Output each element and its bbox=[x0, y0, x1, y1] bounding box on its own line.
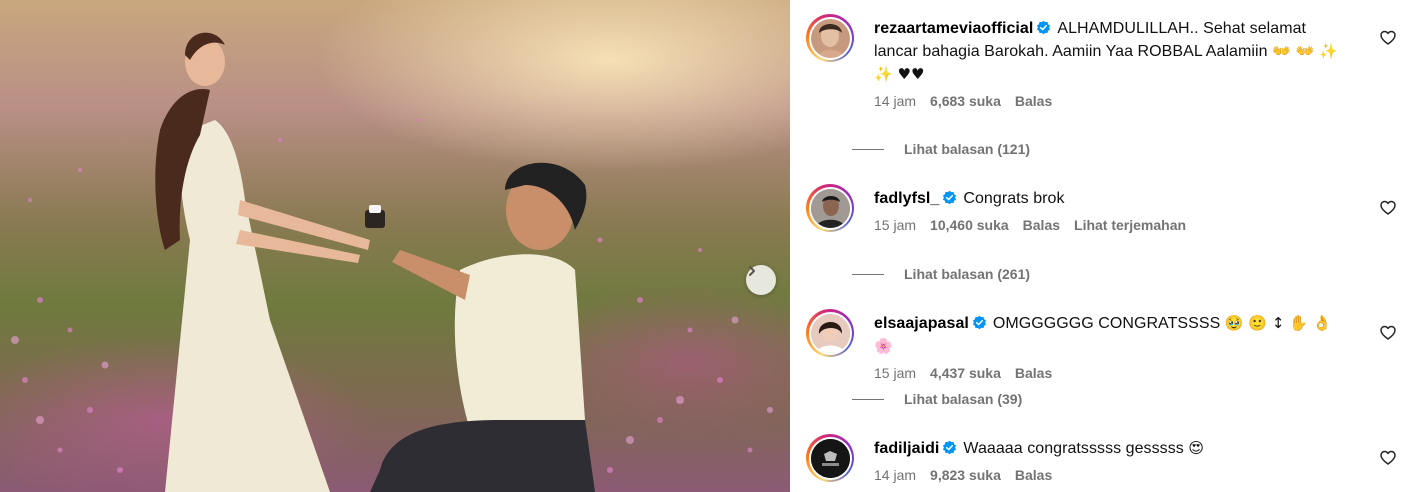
view-replies-button[interactable]: Lihat balasan (261) bbox=[852, 266, 1030, 282]
instagram-post-view: rezaartameviaofficial ALHAMDULILLAH.. Seh… bbox=[0, 0, 1412, 492]
comment-meta: 14 jam 6,683 suka Balas bbox=[874, 93, 1354, 109]
comment-username[interactable]: rezaartameviaofficial bbox=[874, 20, 1033, 37]
proposal-photo-illustration bbox=[11, 32, 773, 492]
chevron-right-icon bbox=[749, 266, 755, 276]
like-heart-icon[interactable] bbox=[1380, 30, 1396, 46]
comment-time[interactable]: 15 jam bbox=[874, 217, 916, 233]
like-heart-icon[interactable] bbox=[1380, 200, 1396, 216]
comment-time[interactable]: 14 jam bbox=[874, 467, 916, 483]
comment-text: rezaartameviaofficial ALHAMDULILLAH.. Seh… bbox=[874, 17, 1354, 86]
view-replies-label: Lihat balasan (261) bbox=[904, 266, 1031, 282]
reply-button[interactable]: Balas bbox=[1023, 217, 1060, 233]
avatar-photo bbox=[810, 438, 850, 478]
comment-meta: 15 jam 10,460 suka Balas Lihat terjemaha… bbox=[874, 217, 1354, 233]
avatar-photo bbox=[810, 188, 850, 228]
comment-meta: 15 jam 4,437 suka Balas bbox=[874, 365, 1354, 381]
comments-panel: rezaartameviaofficial ALHAMDULILLAH.. Seh… bbox=[790, 0, 1412, 492]
comment-username[interactable]: fadlyfsl_ bbox=[874, 190, 939, 207]
avatar[interactable] bbox=[806, 184, 854, 232]
verified-badge-icon bbox=[943, 440, 957, 455]
translate-button[interactable]: Lihat terjemahan bbox=[1074, 217, 1186, 233]
comment-text: elsaajapasal OMGGGGGG CONGRATSSSS 🥹 🙂 ↕ ✋… bbox=[874, 312, 1354, 358]
reply-button[interactable]: Balas bbox=[1015, 93, 1052, 109]
comment-username[interactable]: elsaajapasal bbox=[874, 315, 969, 332]
verified-badge-icon bbox=[943, 190, 957, 205]
comment-likes[interactable]: 4,437 suka bbox=[930, 365, 1001, 381]
comment-meta: 14 jam 9,823 suka Balas bbox=[874, 467, 1354, 483]
comment-time[interactable]: 15 jam bbox=[874, 365, 916, 381]
comment-emojis: 😍 bbox=[1188, 439, 1204, 457]
post-photo bbox=[0, 0, 790, 492]
replies-divider bbox=[852, 148, 884, 150]
comment-likes[interactable]: 9,823 suka bbox=[930, 467, 1001, 483]
reply-button[interactable]: Balas bbox=[1015, 365, 1052, 381]
verified-badge-icon bbox=[1037, 20, 1051, 35]
comment-likes[interactable]: 6,683 suka bbox=[930, 93, 1001, 109]
view-replies-label: Lihat balasan (121) bbox=[904, 141, 1031, 157]
comment-body: Congrats brok bbox=[963, 190, 1065, 207]
view-replies-button[interactable]: Lihat balasan (39) bbox=[852, 391, 1022, 407]
next-photo-button[interactable] bbox=[746, 265, 776, 295]
avatar-photo bbox=[810, 313, 850, 353]
reply-button[interactable]: Balas bbox=[1015, 467, 1052, 483]
comment-body: Waaaaa congratsssss gesssss bbox=[963, 440, 1184, 457]
view-replies-label: Lihat balasan (39) bbox=[904, 391, 1023, 407]
verified-badge-icon bbox=[972, 315, 986, 330]
avatar-photo bbox=[815, 23, 845, 58]
view-replies-button[interactable]: Lihat balasan (121) bbox=[852, 141, 1030, 157]
like-heart-icon[interactable] bbox=[1380, 450, 1396, 466]
comment-likes[interactable]: 10,460 suka bbox=[930, 217, 1009, 233]
avatar[interactable] bbox=[806, 14, 854, 62]
replies-divider bbox=[852, 398, 884, 400]
comment-text: fadiljaidi Waaaaa congratsssss gesssss 😍 bbox=[874, 437, 1354, 460]
comment-body: OMGGGGGG CONGRATSSSS bbox=[992, 315, 1221, 332]
avatar[interactable] bbox=[806, 309, 854, 357]
like-heart-icon[interactable] bbox=[1380, 325, 1396, 341]
comment-time[interactable]: 14 jam bbox=[874, 93, 916, 109]
comment-text: fadlyfsl_ Congrats brok bbox=[874, 187, 1354, 210]
comment-username[interactable]: fadiljaidi bbox=[874, 440, 939, 457]
avatar[interactable] bbox=[806, 434, 854, 482]
replies-divider bbox=[852, 273, 884, 275]
